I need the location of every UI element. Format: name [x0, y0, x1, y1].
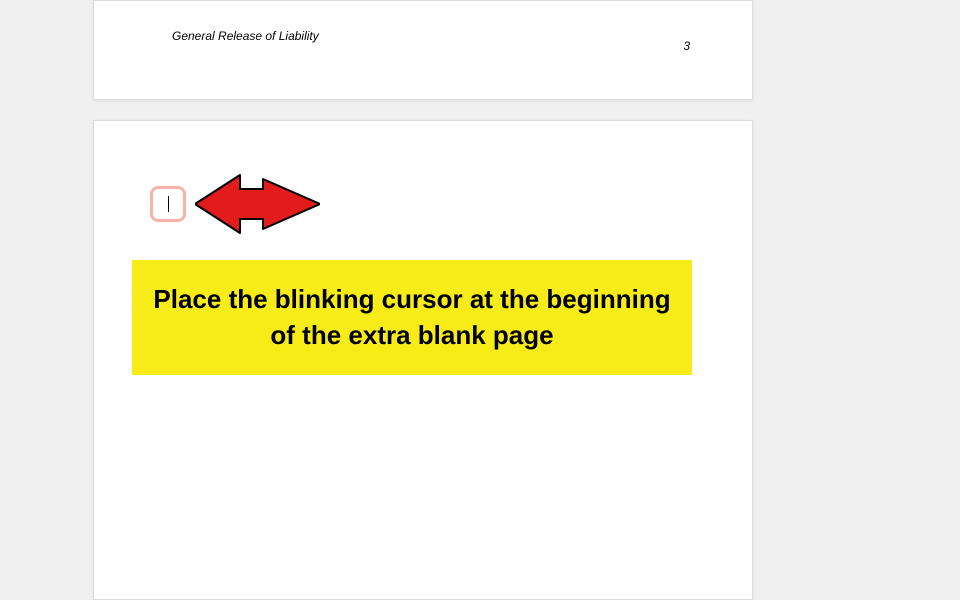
instruction-text: Place the blinking cursor at the beginni… [152, 282, 672, 352]
document-page-number: 3 [683, 39, 690, 53]
document-header-title: General Release of Liability [172, 29, 319, 43]
document-page-previous[interactable]: General Release of Liability 3 [93, 0, 753, 100]
cursor-highlight-box [150, 186, 186, 222]
arrow-left-icon [195, 167, 320, 242]
instruction-callout: Place the blinking cursor at the beginni… [132, 260, 692, 375]
text-cursor-icon [168, 196, 169, 212]
